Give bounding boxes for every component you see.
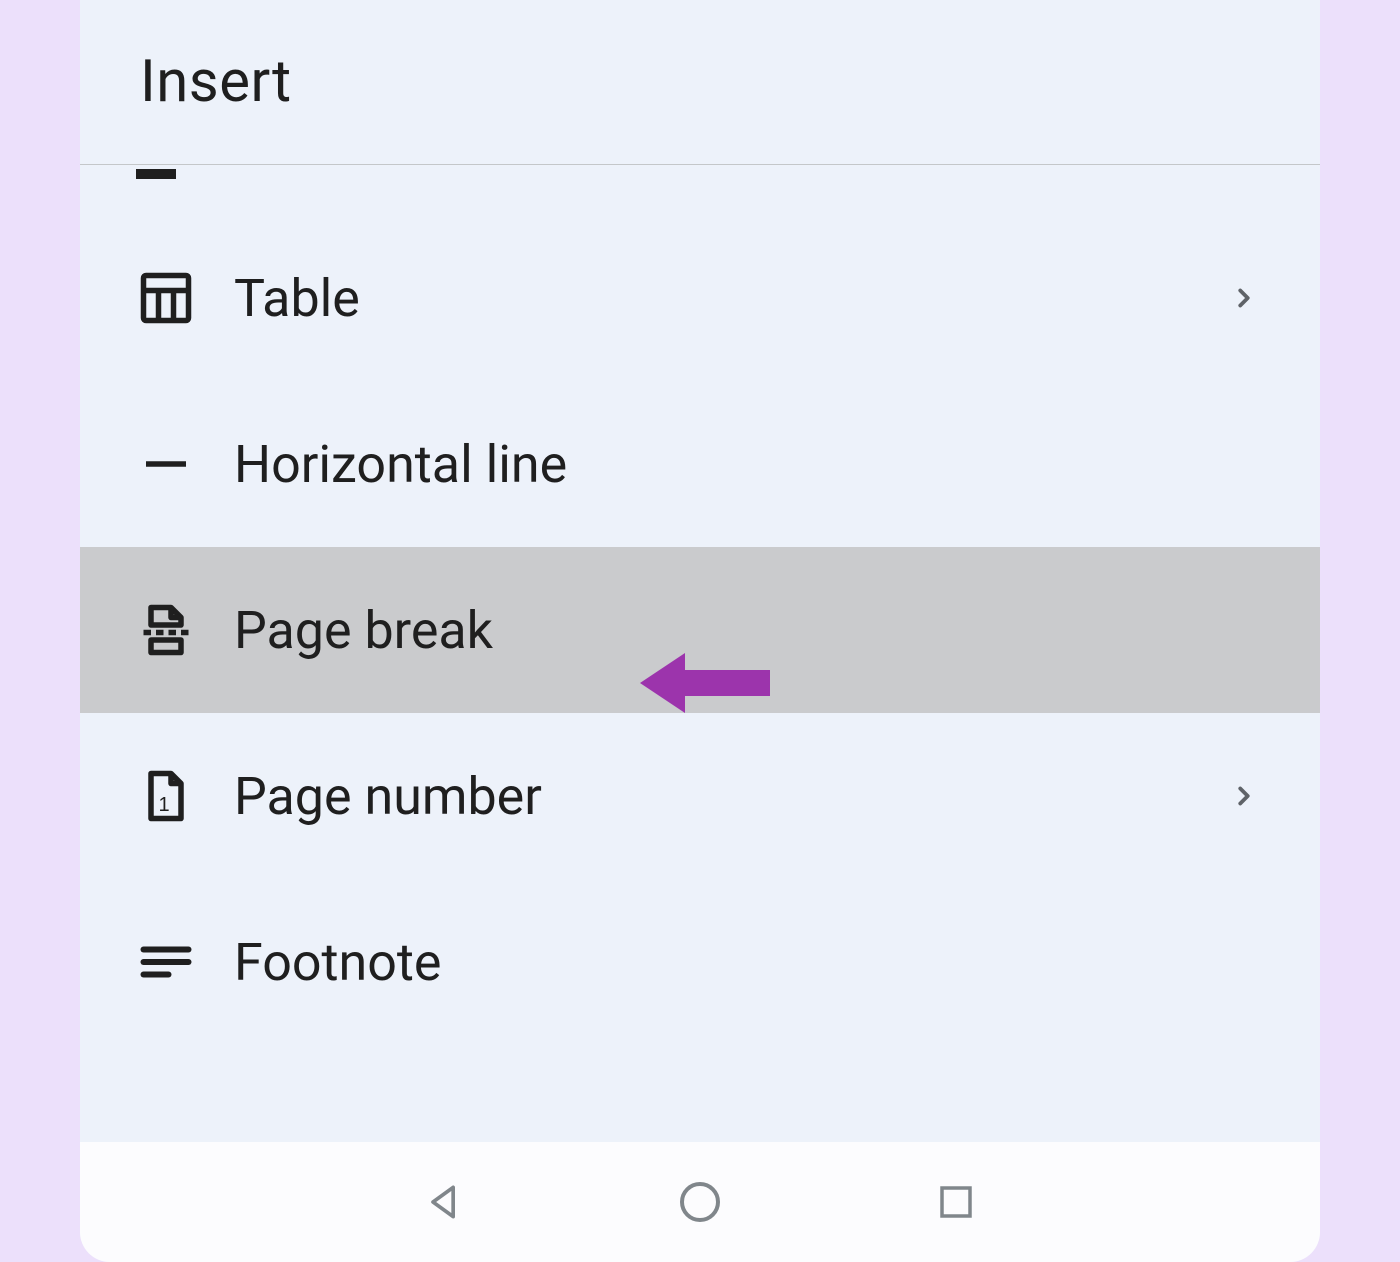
menu-item-page-number[interactable]: 1 Page number [80,713,1320,879]
menu-item-label: Footnote [234,932,1264,993]
menu-title: Insert [140,48,1260,116]
chevron-right-icon [1224,773,1264,819]
nav-home-button[interactable] [672,1174,728,1230]
nav-recents-button[interactable] [928,1174,984,1230]
nav-back-button[interactable] [416,1174,472,1230]
page-break-icon [136,600,234,660]
menu-item-label: Page break [234,600,1264,661]
footnote-icon [136,932,234,992]
chevron-right-icon [1224,275,1264,321]
menu-item-footnote[interactable]: Footnote [80,879,1320,1045]
menu-item-horizontal-line[interactable]: Horizontal line [80,381,1320,547]
table-icon [136,268,234,328]
menu-item-partial[interactable] [80,165,1320,215]
menu-item-table[interactable]: Table [80,215,1320,381]
android-nav-bar [80,1142,1320,1262]
menu-item-label: Page number [234,766,1224,827]
horizontal-line-icon [136,434,234,494]
menu-item-page-break[interactable]: Page break [80,547,1320,713]
menu-item-label: Horizontal line [234,434,1264,495]
device-frame: Insert Table [80,0,1320,1262]
menu-item-label: Table [234,268,1224,329]
svg-text:1: 1 [159,794,170,816]
menu-header: Insert [80,0,1320,165]
partial-icon [136,165,200,185]
page-number-icon: 1 [136,766,234,826]
menu-list[interactable]: Table Horizontal line [80,165,1320,1142]
